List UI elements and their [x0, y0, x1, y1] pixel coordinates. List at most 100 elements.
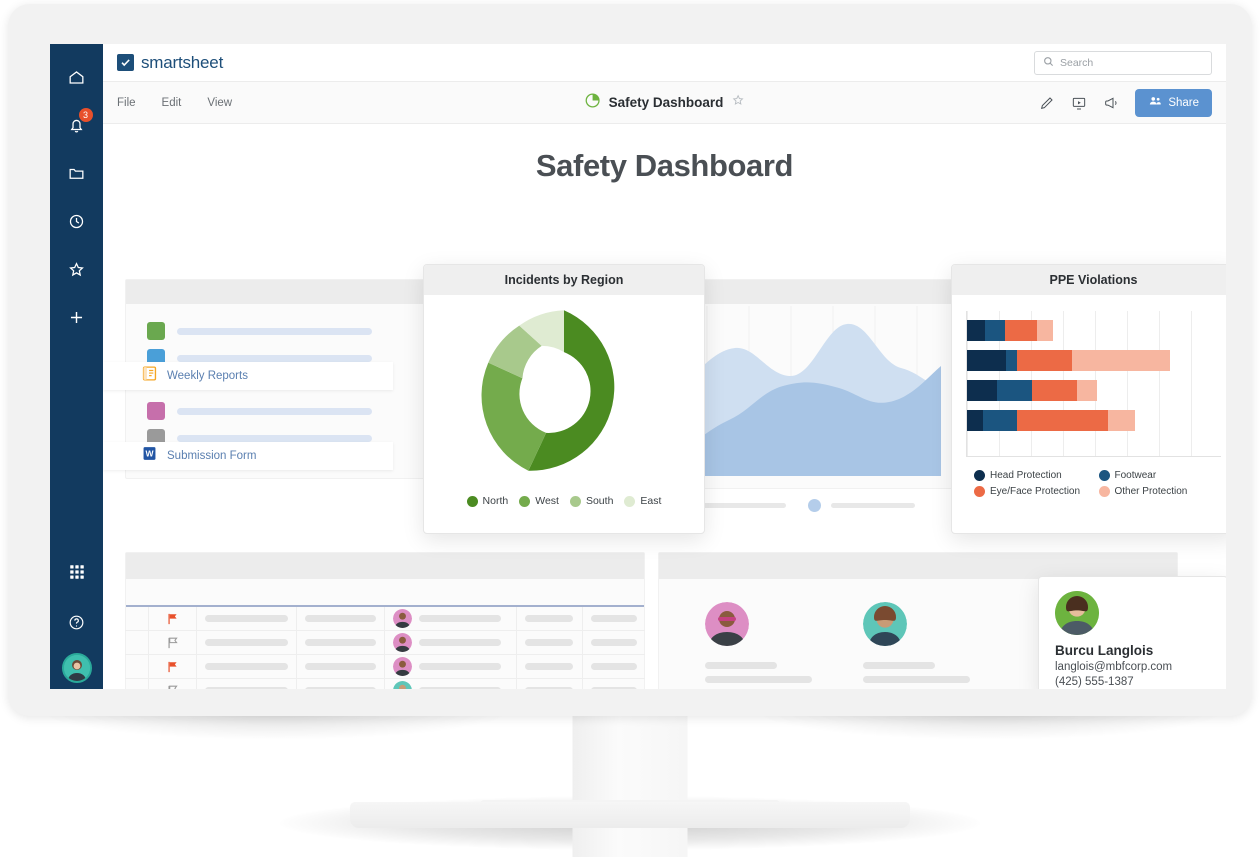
star-outline-icon[interactable]: [731, 93, 745, 112]
monitor-stand-neck: [572, 712, 688, 857]
plus-icon: [67, 308, 86, 327]
legend-item-east[interactable]: East: [624, 495, 661, 507]
bar-segment-other: [1037, 320, 1053, 341]
flag-cell[interactable]: [149, 655, 197, 678]
sheet-ghost-row: [103, 316, 423, 346]
bar-row: [967, 380, 1221, 401]
cell: [583, 679, 645, 689]
cell: [517, 607, 583, 630]
bar-segment-footwear: [1006, 350, 1017, 371]
menu-view[interactable]: View: [207, 97, 232, 109]
dashboard-title: Safety Dashboard: [535, 148, 794, 183]
legend-label: Head Protection: [990, 470, 1062, 481]
slider-2-track[interactable]: [831, 503, 915, 508]
brand[interactable]: smartsheet: [117, 53, 223, 73]
legend-item-eye-face-protection[interactable]: Eye/Face Protection: [974, 486, 1089, 497]
legend-item-west[interactable]: West: [519, 495, 559, 507]
legend-item-head-protection[interactable]: Head Protection: [974, 470, 1089, 481]
grid-icon: [68, 563, 86, 581]
cell: [297, 631, 385, 654]
sheet-stub: [177, 354, 372, 362]
sidebar-item-notifications[interactable]: 3: [56, 104, 98, 146]
presentation-icon[interactable]: [1071, 95, 1087, 111]
table-row[interactable]: [125, 631, 645, 655]
sheet-link-weekly-reports[interactable]: Weekly Reports: [103, 362, 393, 390]
avatar[interactable]: [61, 653, 92, 683]
widget-body: Head Protection Footwear Eye/Face Protec…: [952, 295, 1226, 505]
bar-segment-other: [1077, 380, 1097, 401]
bar-segment-footwear: [997, 380, 1032, 401]
row-number-cell: [125, 631, 149, 654]
legend-swatch: [519, 495, 531, 507]
avatar: [393, 633, 412, 652]
avatar: [705, 602, 749, 646]
legend-item-other-protection[interactable]: Other Protection: [1098, 486, 1214, 497]
legend-label: East: [640, 495, 662, 507]
sidebar-item-home[interactable]: [56, 56, 98, 98]
legend-swatch: [1098, 470, 1110, 481]
bar-row: [967, 350, 1221, 371]
flag-cell[interactable]: [149, 607, 197, 630]
contact-name: Burcu Langlois: [1055, 643, 1154, 658]
notification-badge: 3: [78, 108, 93, 122]
legend-swatch: [569, 495, 581, 507]
sidebar-item-create[interactable]: [56, 296, 98, 338]
menu-edit[interactable]: Edit: [162, 97, 182, 109]
contact-email[interactable]: langlois@mbfcorp.com: [1055, 661, 1211, 673]
megaphone-icon[interactable]: [1103, 95, 1119, 111]
flag-cell[interactable]: [149, 679, 197, 689]
sidebar-item-browse[interactable]: [56, 152, 98, 194]
sheet-ghost-row: [103, 396, 423, 426]
text-placeholder: [705, 662, 777, 669]
share-button[interactable]: Share: [1135, 88, 1212, 117]
sidebar-item-favorites[interactable]: [56, 248, 98, 290]
flag-cell[interactable]: [149, 631, 197, 654]
home-icon: [67, 68, 86, 87]
cell: [517, 679, 583, 689]
pencil-icon[interactable]: [1039, 95, 1055, 111]
menu-file[interactable]: File: [117, 97, 136, 109]
cell: [197, 655, 297, 678]
incidents-by-region-widget: Incidents by Region North West South Eas…: [423, 264, 705, 534]
contact-phone[interactable]: (425) 555-1387: [1055, 676, 1211, 688]
legend-label: North: [482, 495, 509, 507]
checkbox-icon: [117, 54, 134, 71]
text-placeholder: [863, 662, 935, 669]
bar-segment-other: [1108, 410, 1135, 431]
slider-2-knob[interactable]: [808, 499, 821, 512]
table-row[interactable]: [125, 607, 645, 631]
left-nav-rail: 3: [50, 44, 103, 689]
legend-item-north[interactable]: North: [466, 495, 509, 507]
table-row[interactable]: [125, 655, 645, 679]
share-label: Share: [1168, 96, 1199, 109]
bezel-shadow-left: [40, 712, 510, 740]
sidebar-item-help[interactable]: [56, 601, 98, 643]
legend-swatch: [1098, 486, 1110, 497]
widget-body: North West South East: [424, 295, 704, 517]
screen: 3 smartsheet Search File Edit View Safet…: [50, 44, 1226, 689]
slider-1-track[interactable]: [702, 503, 786, 508]
bar-row: [967, 320, 1221, 341]
bar-segment-head: [967, 350, 1006, 371]
avatar: [863, 602, 907, 646]
bar-segment-footwear: [983, 410, 1017, 431]
sidebar-item-recents[interactable]: [56, 200, 98, 242]
search-input[interactable]: Search: [1034, 50, 1212, 75]
donut-chart: [481, 310, 615, 471]
legend-item-footwear[interactable]: Footwear: [1098, 470, 1214, 481]
cell: [583, 655, 645, 678]
text-placeholder: [705, 676, 812, 683]
legend-label: Eye/Face Protection: [990, 486, 1081, 497]
star-icon: [67, 260, 86, 279]
folder-icon: [67, 164, 86, 183]
table-row[interactable]: [125, 679, 645, 689]
avatar: [1055, 591, 1099, 635]
assignee-cell: [385, 607, 517, 630]
form-icon: W: [141, 445, 158, 467]
bar-segment-head: [967, 320, 985, 341]
sheet-link-submission-form[interactable]: W Submission Form: [103, 442, 393, 470]
legend-item-south[interactable]: South: [569, 495, 613, 507]
sidebar-item-apps[interactable]: [56, 551, 98, 593]
pie-chart-icon: [584, 92, 601, 114]
widget-title: Incidents by Region: [424, 265, 704, 295]
